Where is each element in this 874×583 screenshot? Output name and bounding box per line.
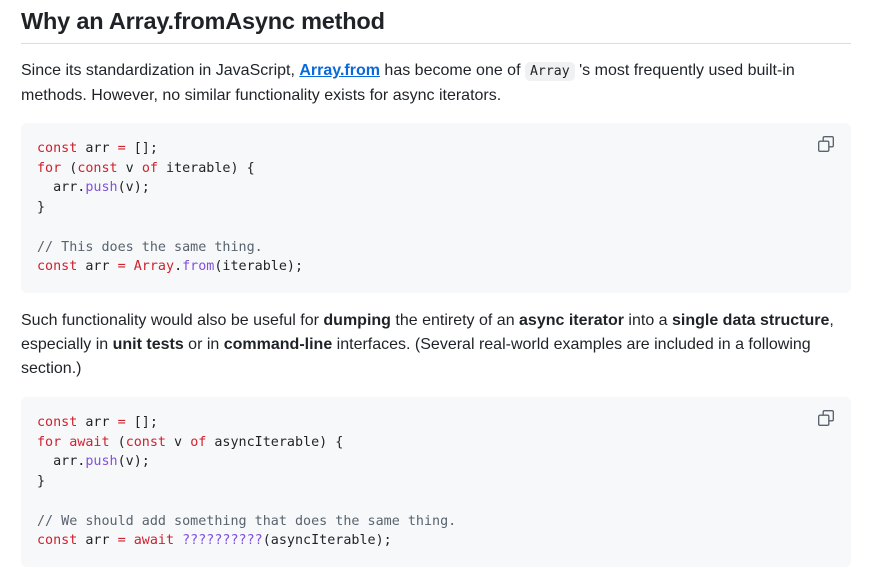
code-token: = (117, 141, 126, 156)
code-token: await (133, 533, 175, 549)
section-heading: Why an Array.fromAsync method (21, 4, 851, 44)
para2-text: the entirety of an (390, 312, 520, 329)
code-token: = (117, 259, 126, 275)
copy-icon[interactable] (817, 135, 835, 153)
code-token: asyncIterable) { (206, 434, 344, 450)
page: Why an Array.fromAsync method Since its … (0, 0, 874, 583)
code-token: const (37, 259, 78, 275)
copy-icon[interactable] (817, 409, 835, 427)
code-content-2: const arr = []; for await (const v of as… (37, 413, 835, 551)
code-token: } (37, 200, 46, 216)
para1-text: has become one of (379, 62, 525, 79)
code-line: for (const v of iterable) { (37, 161, 255, 176)
code-token: ( (61, 160, 78, 176)
bold-single-data-structure: single data structure (672, 312, 830, 329)
code-line: const arr = Array.from(iterable); (37, 259, 303, 274)
code-block-1: const arr = []; for (const v of iterable… (21, 123, 851, 293)
intro-paragraph: Since its standardization in JavaScript,… (21, 59, 851, 108)
array-from-link[interactable]: Array.from (299, 62, 380, 79)
code-token: await (69, 434, 110, 450)
bold-async-iterator: async iterator (519, 312, 624, 329)
code-token: iterable) { (157, 160, 255, 176)
bold-dumping: dumping (323, 312, 391, 329)
code-token: []; (125, 415, 158, 430)
code-token: v (166, 434, 191, 450)
para2-text: into a (623, 312, 672, 329)
code-token: push (85, 454, 118, 470)
code-line: arr.push(v); (37, 454, 150, 469)
code-token: // We should add something that does the… (37, 513, 457, 529)
code-token: = (117, 415, 126, 430)
code-token: (asyncIterable); (262, 533, 392, 549)
code-token: of (141, 160, 158, 176)
code-token: for (37, 160, 62, 176)
code-token: const (37, 141, 78, 156)
code-line: } (37, 200, 45, 215)
code-token: const (77, 160, 118, 176)
code-content-1: const arr = []; for (const v of iterable… (37, 139, 835, 277)
code-token: (v); (117, 180, 150, 196)
code-line: // We should add something that does the… (37, 514, 456, 529)
code-token: v (117, 160, 142, 176)
code-token: // This does the same thing. (37, 239, 263, 255)
code-token: . (174, 259, 183, 275)
code-line: // This does the same thing. (37, 240, 263, 255)
code-token: arr (77, 415, 118, 430)
code-token: const (125, 434, 166, 450)
code-token: arr (77, 141, 118, 156)
code-token: } (37, 474, 46, 490)
code-token: ?????????? (182, 533, 263, 549)
code-token: []; (125, 141, 158, 156)
code-token: arr (77, 533, 118, 549)
usage-paragraph: Such functionality would also be useful … (21, 309, 851, 381)
para1-text: Since its standardization in JavaScript, (21, 62, 300, 79)
code-token: arr. (37, 454, 86, 470)
code-line: } (37, 474, 45, 489)
code-token: of (190, 434, 207, 450)
code-token: = (117, 533, 126, 549)
code-token: arr. (37, 180, 86, 196)
code-token: arr (77, 259, 118, 275)
bold-command-line: command-line (223, 336, 333, 353)
code-token: const (37, 533, 78, 549)
code-token: for (37, 434, 62, 450)
code-line: const arr = await ??????????(asyncIterab… (37, 533, 392, 548)
para2-text: or in (183, 336, 224, 353)
code-token: Array (133, 259, 175, 275)
inline-code-array: Array (524, 62, 575, 81)
para2-text: Such functionality would also be useful … (21, 312, 324, 329)
bold-unit-tests: unit tests (112, 336, 184, 353)
code-token: from (182, 259, 215, 275)
code-line: arr.push(v); (37, 180, 150, 195)
code-token: const (37, 415, 78, 430)
code-line: for await (const v of asyncIterable) { (37, 435, 343, 450)
code-token: (v); (117, 454, 150, 470)
code-block-2: const arr = []; for await (const v of as… (21, 397, 851, 567)
code-line: const arr = []; (37, 141, 158, 156)
code-token: push (85, 180, 118, 196)
code-line: const arr = []; (37, 415, 158, 430)
code-token: ( (109, 434, 126, 450)
code-token: (iterable); (214, 259, 304, 275)
